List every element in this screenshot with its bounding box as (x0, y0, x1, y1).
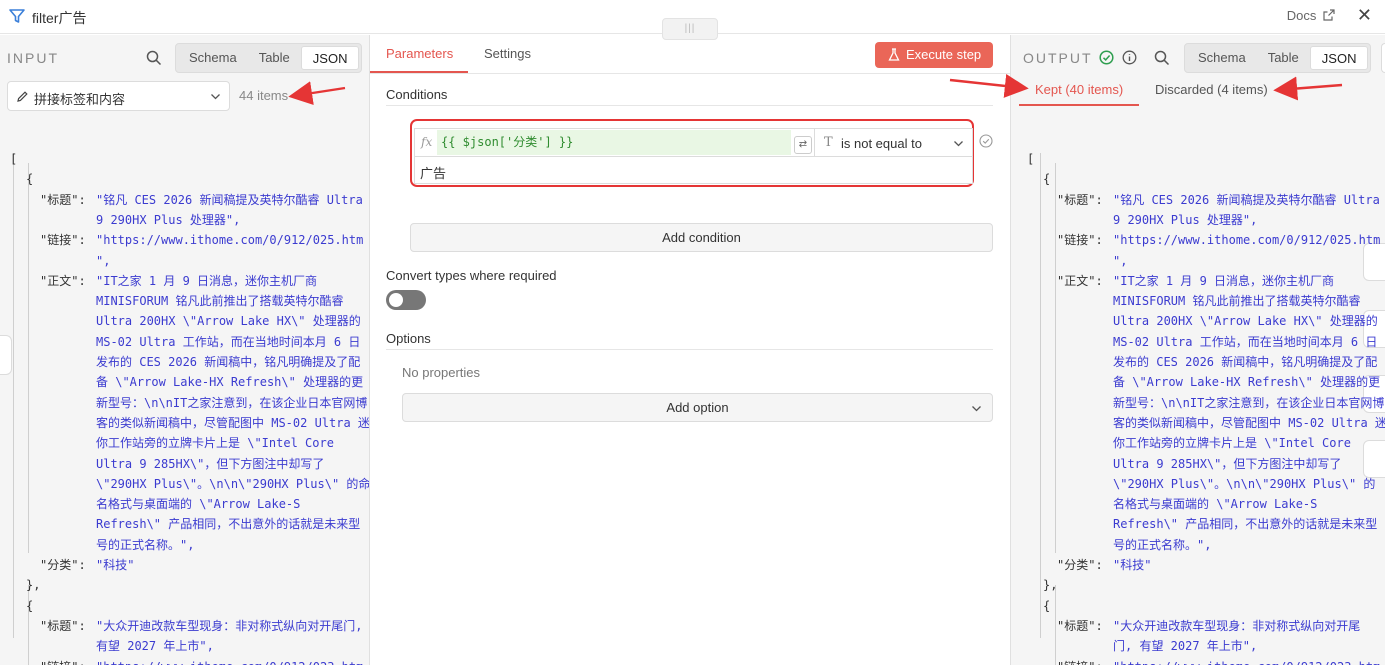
annotation-arrows (288, 74, 1343, 105)
arrow-items-count (288, 81, 346, 105)
arrow-kept (949, 74, 1029, 98)
arrow-discarded (1273, 76, 1343, 101)
